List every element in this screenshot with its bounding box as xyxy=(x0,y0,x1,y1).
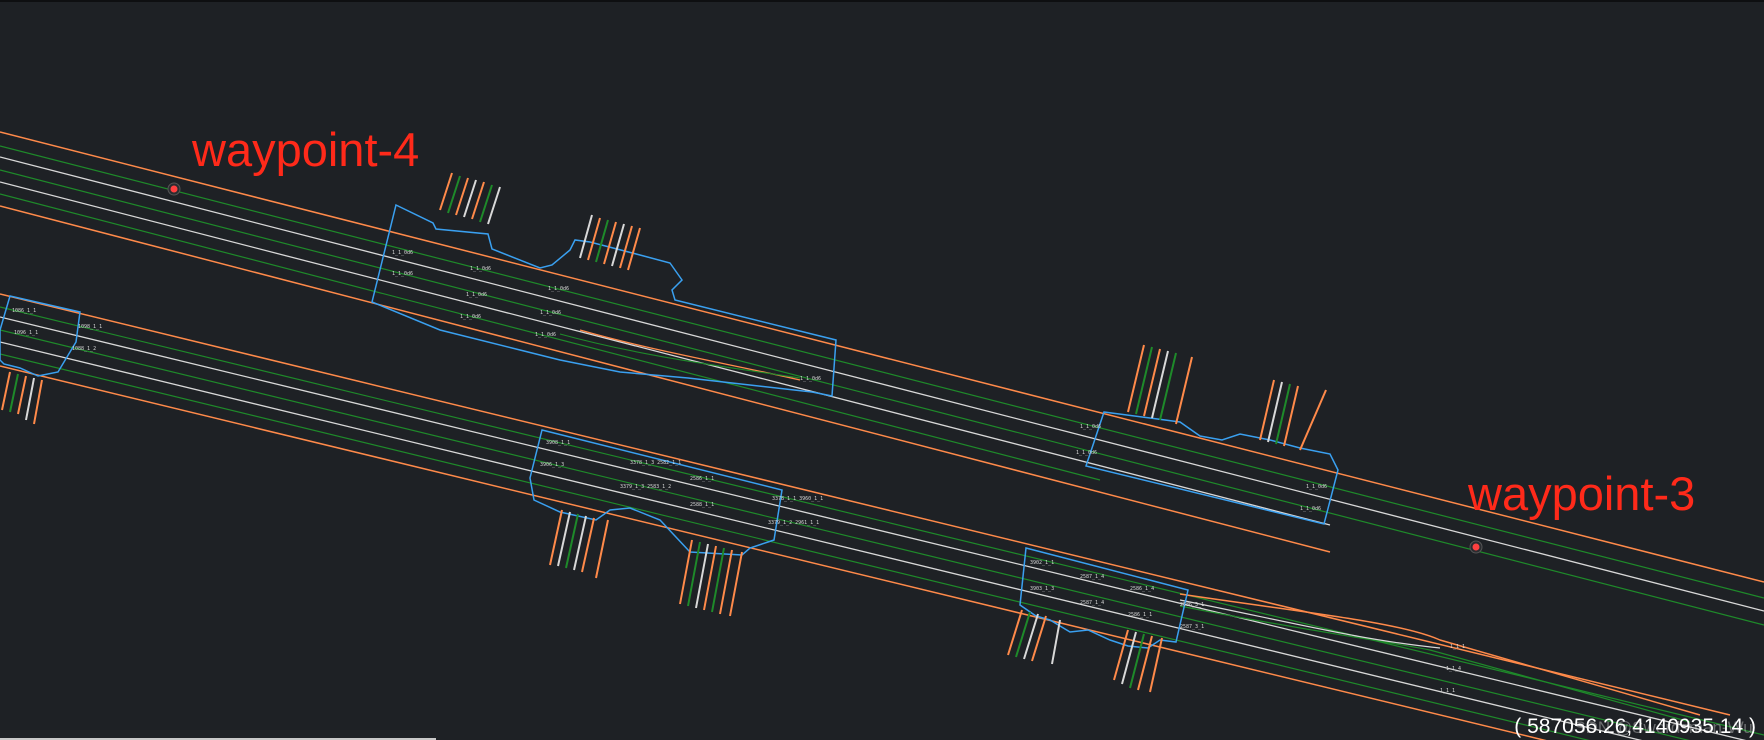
lane-divider-line xyxy=(0,156,1764,612)
merge-lane-divider xyxy=(1179,599,1441,649)
svg-text:2587_3_1: 2587_3_1 xyxy=(1180,624,1204,630)
svg-text:1_1_0d6: 1_1_0d6 xyxy=(540,310,561,316)
svg-text:2588_1_1: 2588_1_1 xyxy=(690,502,714,508)
svg-text:1_1_0d6: 1_1_0d6 xyxy=(1306,484,1327,490)
crosswalk-stripes xyxy=(439,172,641,271)
svg-text:1_1_0d6: 1_1_0d6 xyxy=(535,332,556,338)
svg-text:2586_3_1: 2586_3_1 xyxy=(1180,602,1204,608)
svg-text:1_1_0d6: 1_1_0d6 xyxy=(1080,424,1101,430)
crosswalk-stripes xyxy=(1,371,43,425)
lane-divider-line xyxy=(0,316,1747,740)
junction-d[interactable]: 1_1_0d6 1_1_0d6 1_1_0d6 1_1_0d6 xyxy=(1076,344,1339,525)
svg-text:1_1_0d6: 1_1_0d6 xyxy=(392,271,413,277)
svg-text:2586_1_4: 2586_1_4 xyxy=(1130,586,1154,592)
svg-text:1088_1_2: 1088_1_2 xyxy=(72,346,96,352)
svg-text:3903_1_3: 3903_1_3 xyxy=(1030,586,1054,592)
waypoint-4-label: waypoint-4 xyxy=(192,123,420,176)
svg-text:3379_1_2 2961_1_1: 3379_1_2 2961_1_1 xyxy=(768,520,819,526)
svg-text:3378_1_1 3960_1_1: 3378_1_1 3960_1_1 xyxy=(772,496,823,502)
lane-center-line xyxy=(0,306,1764,736)
lane-center-line xyxy=(0,145,1764,599)
svg-text:1_1_0d6: 1_1_0d6 xyxy=(1300,506,1321,512)
cursor-coordinate-readout: ( 587056.26,4140935.14 ) xyxy=(1514,715,1756,738)
map-viewport[interactable]: 1_1_0d6 1_1_0d6 1_1_0d6 1_1_0d6 1_1_0d6 … xyxy=(0,0,1764,740)
crosswalk-stripes xyxy=(1007,609,1163,693)
svg-text:1_1_0d6: 1_1_0d6 xyxy=(460,314,481,320)
lane-divider-line xyxy=(0,181,1331,526)
svg-text:1098_1_1: 1098_1_1 xyxy=(78,324,102,330)
crosswalk-stripes xyxy=(549,509,743,617)
svg-text:3379_1_3 2583_1_2: 3379_1_3 2583_1_2 xyxy=(620,484,671,490)
svg-text:1096_1_1: 1096_1_1 xyxy=(14,330,38,336)
svg-text:1_1_0d6: 1_1_0d6 xyxy=(470,266,491,272)
waypoint-3-marker[interactable] xyxy=(1469,540,1483,554)
lane-id-labels: 3902_1_1 3903_1_3 2587_1_4 2586_1_4 2587… xyxy=(1030,560,1465,694)
svg-text:1_1_0d6: 1_1_0d6 xyxy=(1076,450,1097,456)
road-boundary-line xyxy=(0,365,1547,740)
lane-id-labels: 1086_1_1 1096_1_1 1098_1_1 1088_1_2 xyxy=(12,308,102,352)
svg-text:1086_1_1: 1086_1_1 xyxy=(12,308,36,314)
junction-e[interactable]: 3902_1_1 3903_1_3 2587_1_4 2586_1_4 2587… xyxy=(1007,547,1465,694)
svg-text:1_1_0d6: 1_1_0d6 xyxy=(548,286,569,292)
merge-lane-center xyxy=(1179,605,1691,723)
waypoint-4-marker[interactable] xyxy=(167,182,181,196)
svg-text:1_1_1: 1_1_1 xyxy=(1450,644,1465,650)
svg-text:3906_1_3: 3906_1_3 xyxy=(540,462,564,468)
upper-road xyxy=(0,131,1764,626)
hd-map-canvas[interactable]: 1_1_0d6 1_1_0d6 1_1_0d6 1_1_0d6 1_1_0d6 … xyxy=(0,0,1764,740)
lane-center-line xyxy=(0,353,1590,740)
svg-text:2587_1_4: 2587_1_4 xyxy=(1080,600,1104,606)
crosswalk-stripes xyxy=(1127,344,1327,451)
svg-text:1_1_4: 1_1_4 xyxy=(1446,666,1461,672)
svg-text:3908_1_1: 3908_1_1 xyxy=(546,440,570,446)
svg-text:1_1_0d6: 1_1_0d6 xyxy=(392,250,413,256)
svg-text:2586_1_1: 2586_1_1 xyxy=(1128,612,1152,618)
svg-text:1_1_0d6: 1_1_0d6 xyxy=(466,292,487,298)
svg-text:3378_1_3 2582_1_1: 3378_1_3 2582_1_1 xyxy=(630,460,681,466)
svg-text:2586_1_1: 2586_1_1 xyxy=(690,476,714,482)
waypoint-3-label: waypoint-3 xyxy=(1468,467,1696,520)
lane-id-labels: 1_1_0d6 1_1_0d6 1_1_0d6 1_1_0d6 xyxy=(1076,424,1327,512)
lane-divider-line xyxy=(0,341,1643,740)
svg-text:3902_1_1: 3902_1_1 xyxy=(1030,560,1054,566)
svg-text:1_1_1: 1_1_1 xyxy=(1440,688,1455,694)
svg-text:1_1_0d6: 1_1_0d6 xyxy=(800,376,821,382)
lane-id-labels: 1_1_0d6 1_1_0d6 1_1_0d6 1_1_0d6 1_1_0d6 … xyxy=(392,250,821,382)
svg-text:2587_1_4: 2587_1_4 xyxy=(1080,574,1104,580)
